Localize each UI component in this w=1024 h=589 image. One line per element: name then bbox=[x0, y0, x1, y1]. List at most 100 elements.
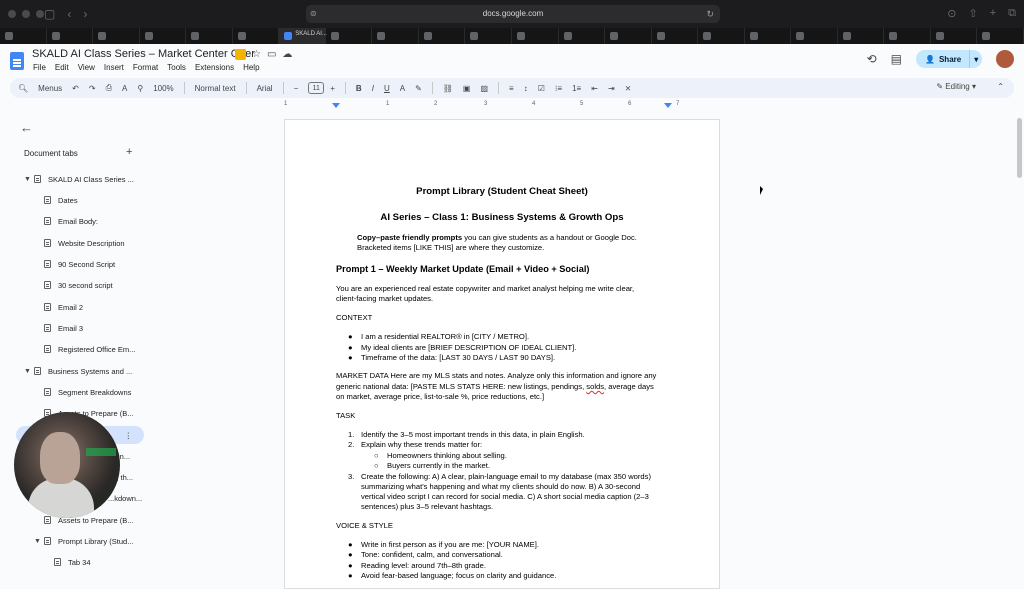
link-icon[interactable]: ⛓ bbox=[443, 84, 453, 93]
sidebar-item[interactable]: Dates bbox=[44, 191, 78, 209]
sidebar-item[interactable]: Email Body: bbox=[44, 212, 98, 230]
style-select[interactable]: Normal text bbox=[195, 84, 236, 93]
browser-tab[interactable] bbox=[605, 28, 652, 44]
decrease-font-icon[interactable]: − bbox=[294, 84, 299, 93]
underline-icon[interactable]: U bbox=[384, 84, 390, 93]
sidebar-item[interactable]: ...kdown... bbox=[108, 489, 142, 507]
bold-icon[interactable]: B bbox=[356, 84, 362, 93]
font-select[interactable]: Arial bbox=[257, 84, 273, 93]
print-icon[interactable]: ⎙ bbox=[106, 83, 112, 93]
back-arrow-icon[interactable]: ← bbox=[20, 120, 33, 135]
browser-tab[interactable] bbox=[326, 28, 373, 44]
move-folder-icon[interactable]: ▭ bbox=[267, 49, 276, 60]
sidebar-item[interactable]: Tab 34 bbox=[54, 553, 91, 571]
sidebar-item[interactable]: Website Description bbox=[44, 234, 125, 252]
star-icon[interactable]: ☆ bbox=[252, 49, 261, 60]
sidebar-item[interactable]: Email 2 bbox=[44, 298, 83, 316]
share-button[interactable]: 👤 Share ▾ bbox=[916, 50, 982, 68]
line-spacing-icon[interactable]: ↕ bbox=[524, 84, 528, 93]
browser-tab[interactable] bbox=[838, 28, 885, 44]
menu-help[interactable]: Help bbox=[243, 63, 259, 72]
browser-tab[interactable] bbox=[884, 28, 931, 44]
back-icon[interactable]: ‹ bbox=[67, 7, 71, 21]
browser-tab[interactable] bbox=[745, 28, 792, 44]
font-size-input[interactable]: 11 bbox=[308, 82, 325, 94]
comment-icon[interactable]: ▣ bbox=[463, 84, 471, 93]
browser-tab[interactable] bbox=[93, 28, 140, 44]
browser-tab-active[interactable]: SKALD AI... bbox=[279, 28, 327, 44]
add-tab-icon[interactable]: + bbox=[126, 146, 132, 158]
address-bar[interactable]: ⊜ docs.google.com ↻ bbox=[306, 5, 720, 23]
docs-logo-icon[interactable] bbox=[10, 52, 24, 70]
browser-tab[interactable] bbox=[465, 28, 513, 44]
sidebar-item[interactable]: ▼ Business Systems and ... bbox=[24, 362, 132, 380]
browser-tab[interactable] bbox=[419, 28, 466, 44]
sidebar-item[interactable]: 90 Second Script bbox=[44, 255, 115, 273]
chevron-down-icon[interactable]: ▾ bbox=[974, 55, 978, 64]
cloud-status-icon[interactable]: ☁ bbox=[282, 49, 292, 60]
browser-tab[interactable] bbox=[47, 28, 94, 44]
reload-icon[interactable]: ↻ bbox=[706, 5, 714, 23]
sidebar-item[interactable]: Segment Breakdowns bbox=[44, 383, 131, 401]
increase-font-icon[interactable]: + bbox=[330, 84, 335, 93]
chevron-down-icon[interactable]: ▼ bbox=[24, 176, 34, 183]
browser-tab[interactable] bbox=[372, 28, 419, 44]
menu-edit[interactable]: Edit bbox=[55, 63, 69, 72]
browser-tab[interactable] bbox=[559, 28, 606, 44]
numbered-list-icon[interactable]: 1≡ bbox=[572, 84, 581, 93]
menu-tools[interactable]: Tools bbox=[167, 63, 186, 72]
browser-tab[interactable] bbox=[0, 28, 47, 44]
left-indent-marker[interactable] bbox=[332, 103, 340, 108]
sidebar-item[interactable]: Email 3 bbox=[44, 319, 83, 337]
new-tab-icon[interactable]: + bbox=[990, 7, 996, 20]
sidebar-item[interactable]: ▼ Prompt Library (Stud... bbox=[34, 532, 133, 550]
sidebar-toggle-icon[interactable]: ▢ bbox=[44, 7, 55, 21]
checklist-icon[interactable]: ☑ bbox=[538, 84, 545, 93]
gemini-badge-icon[interactable] bbox=[235, 49, 246, 60]
clear-formatting-icon[interactable]: ⨯ bbox=[625, 84, 632, 93]
highlight-icon[interactable]: ✎ bbox=[415, 84, 422, 93]
browser-tab[interactable] bbox=[186, 28, 233, 44]
site-settings-icon[interactable]: ⊜ bbox=[310, 5, 317, 23]
menu-view[interactable]: View bbox=[78, 63, 95, 72]
paint-format-icon[interactable]: ⚲ bbox=[137, 84, 143, 93]
redo-icon[interactable]: ↷ bbox=[89, 84, 96, 93]
spellcheck-icon[interactable]: A bbox=[122, 84, 127, 93]
version-history-icon[interactable]: ⟲ bbox=[867, 52, 877, 66]
sidebar-item[interactable]: Registered Office Em... bbox=[44, 340, 135, 358]
chevron-down-icon[interactable]: ▼ bbox=[24, 368, 34, 375]
image-icon[interactable]: ▨ bbox=[480, 84, 488, 93]
zoom-select[interactable]: 100% bbox=[153, 84, 173, 93]
share-icon[interactable]: ⇧ bbox=[968, 7, 977, 20]
scrollbar-thumb[interactable] bbox=[1017, 118, 1022, 178]
forward-icon[interactable]: › bbox=[83, 7, 87, 21]
search-menus[interactable]: Menus bbox=[38, 84, 62, 93]
bulleted-list-icon[interactable]: ⁝≡ bbox=[555, 84, 562, 93]
menu-insert[interactable]: Insert bbox=[104, 63, 124, 72]
menu-file[interactable]: File bbox=[33, 63, 46, 72]
vertical-scrollbar[interactable] bbox=[1017, 112, 1022, 572]
more-options-icon[interactable]: ⋮ bbox=[125, 431, 133, 440]
document-page[interactable]: Prompt Library (Student Cheat Sheet) AI … bbox=[284, 119, 720, 589]
italic-icon[interactable]: I bbox=[372, 84, 374, 93]
undo-icon[interactable]: ↶ bbox=[72, 84, 79, 93]
browser-tab[interactable] bbox=[698, 28, 745, 44]
browser-tab[interactable] bbox=[233, 28, 280, 44]
tab-overview-icon[interactable]: ⧉ bbox=[1008, 7, 1016, 20]
menu-extensions[interactable]: Extensions bbox=[195, 63, 234, 72]
search-menus-icon[interactable]: 🔍︎ bbox=[18, 84, 28, 93]
chevron-up-icon[interactable]: ⌃ bbox=[997, 82, 1004, 91]
browser-tab[interactable] bbox=[652, 28, 699, 44]
chevron-down-icon[interactable]: ▼ bbox=[34, 538, 44, 545]
browser-tab[interactable] bbox=[512, 28, 559, 44]
menu-format[interactable]: Format bbox=[133, 63, 158, 72]
horizontal-ruler[interactable]: 1 1 2 3 4 5 6 7 bbox=[284, 101, 720, 111]
document-title[interactable]: SKALD AI Class Series – Market Center Of… bbox=[32, 48, 255, 60]
browser-tab[interactable] bbox=[977, 28, 1024, 44]
decrease-indent-icon[interactable]: ⇤ bbox=[591, 84, 598, 93]
avatar[interactable] bbox=[996, 50, 1014, 68]
sidebar-item[interactable]: ▼ SKALD AI Class Series ... bbox=[24, 170, 146, 188]
browser-tab[interactable] bbox=[931, 28, 978, 44]
editing-mode-select[interactable]: ✎ Editing ▾ bbox=[936, 82, 976, 91]
browser-tab[interactable] bbox=[791, 28, 838, 44]
